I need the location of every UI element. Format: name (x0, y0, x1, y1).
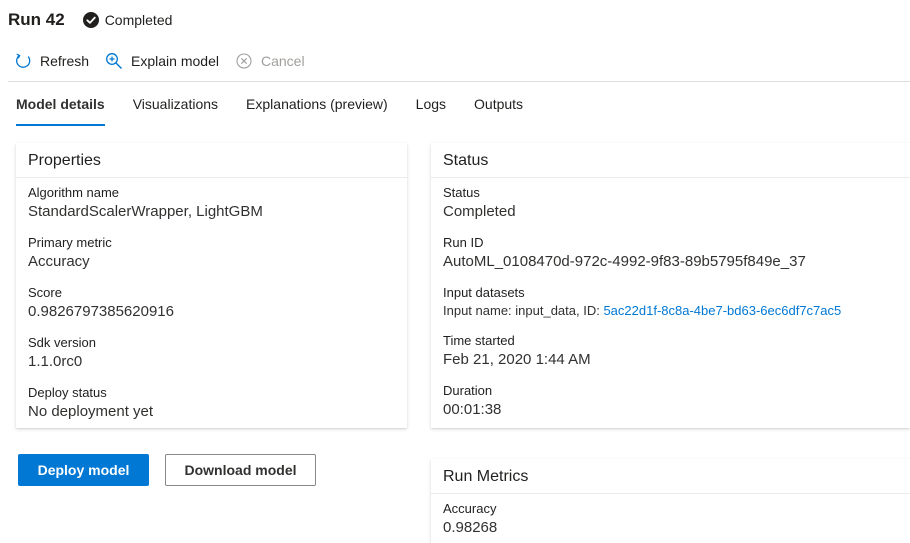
score-field: Score 0.9826797385620916 (28, 284, 395, 322)
page-title: Run 42 (8, 10, 65, 29)
accuracy-field: Accuracy 0.98268 (443, 500, 898, 538)
sdk-version-value: 1.1.0rc0 (28, 353, 83, 370)
duration-value: 00:01:38 (443, 401, 502, 418)
run-metrics-card: Run Metrics Accuracy 0.98268 (431, 459, 910, 543)
input-datasets-field: Input datasets Input name: input_data, I… (443, 284, 898, 320)
status-label: Status (443, 185, 480, 200)
run-id-field: Run ID AutoML_0108470d-972c-4992-9f83-89… (443, 234, 898, 272)
tab-explanations[interactable]: Explanations (preview) (246, 94, 388, 126)
properties-title: Properties (16, 143, 407, 178)
deploy-status-field: Deploy status No deployment yet (28, 384, 395, 422)
run-id-label: Run ID (443, 235, 484, 250)
status-badge: Completed (82, 12, 173, 28)
input-datasets-label: Input datasets (443, 285, 525, 300)
score-label: Score (28, 285, 62, 300)
primary-metric-label: Primary metric (28, 235, 112, 250)
tab-list: Model details Visualizations Explanation… (16, 94, 551, 126)
toolbar-divider (8, 81, 910, 82)
sdk-version-label: Sdk version (28, 335, 96, 350)
status-text: Completed (104, 12, 173, 28)
algorithm-value: StandardScalerWrapper, LightGBM (28, 203, 263, 220)
deploy-status-value: No deployment yet (28, 403, 154, 420)
refresh-button[interactable]: Refresh (14, 52, 89, 70)
cancel-icon (236, 53, 252, 69)
zoom-in-icon (106, 53, 123, 69)
status-field: Status Completed (443, 184, 898, 222)
algorithm-label: Algorithm name (28, 185, 120, 200)
tab-logs[interactable]: Logs (416, 94, 446, 126)
deploy-status-label: Deploy status (28, 385, 107, 400)
input-datasets-value: Input name: input_data, ID: 5ac22d1f-8c8… (443, 302, 898, 320)
properties-card: Properties Algorithm name StandardScaler… (16, 143, 407, 428)
status-card: Status Status Completed Run ID AutoML_01… (431, 143, 910, 428)
accuracy-label: Accuracy (443, 501, 497, 516)
command-bar: Refresh Explain model Cancel (14, 50, 321, 72)
sdk-version-field: Sdk version 1.1.0rc0 (28, 334, 395, 372)
tab-outputs[interactable]: Outputs (474, 94, 523, 126)
duration-field: Duration 00:01:38 (443, 382, 898, 420)
time-started-label: Time started (443, 333, 515, 348)
cancel-button[interactable]: Cancel (235, 52, 305, 70)
dataset-id-link[interactable]: 5ac22d1f-8c8a-4be7-bd63-6ec6df7c7ac5 (603, 303, 841, 318)
title-row: Run 42 Completed (8, 8, 172, 32)
run-metrics-title: Run Metrics (431, 459, 910, 494)
primary-metric-value: Accuracy (28, 253, 90, 270)
status-title: Status (431, 143, 910, 178)
time-started-value: Feb 21, 2020 1:44 AM (443, 351, 591, 368)
status-value: Completed (443, 203, 516, 220)
tab-model-details[interactable]: Model details (16, 94, 105, 126)
primary-metric-field: Primary metric Accuracy (28, 234, 395, 272)
refresh-label: Refresh (40, 53, 90, 69)
time-started-field: Time started Feb 21, 2020 1:44 AM (443, 332, 898, 370)
run-id-value: AutoML_0108470d-972c-4992-9f83-89b5795f8… (443, 253, 806, 270)
refresh-icon (16, 53, 31, 68)
tab-visualizations[interactable]: Visualizations (133, 94, 218, 126)
algorithm-field: Algorithm name StandardScalerWrapper, Li… (28, 184, 395, 222)
explain-model-button[interactable]: Explain model (105, 52, 219, 70)
input-datasets-prefix: Input name: input_data, ID: (443, 303, 600, 318)
download-model-button[interactable]: Download model (165, 454, 316, 486)
check-circle-icon (82, 12, 99, 28)
deploy-model-button[interactable]: Deploy model (18, 454, 149, 486)
accuracy-value: 0.98268 (443, 519, 498, 536)
explain-model-label: Explain model (131, 53, 219, 69)
duration-label: Duration (443, 383, 493, 398)
score-value: 0.9826797385620916 (28, 303, 174, 320)
cancel-label: Cancel (260, 53, 305, 69)
